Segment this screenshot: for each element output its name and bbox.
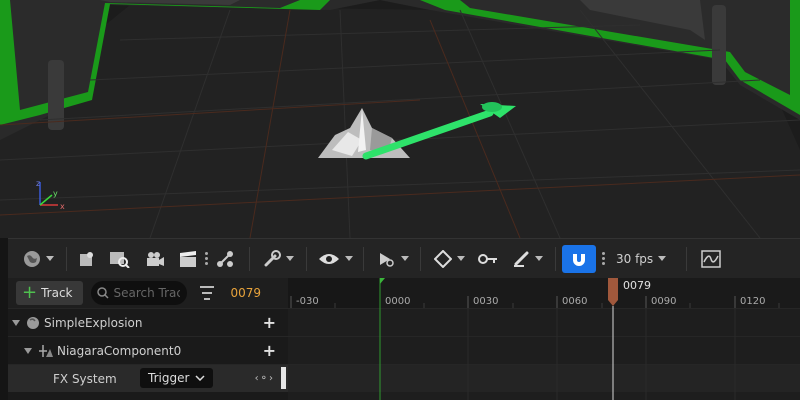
- playhead-handle-icon: [608, 278, 618, 306]
- actor-icon: [27, 316, 39, 329]
- fps-dropdown[interactable]: 30 fps: [606, 245, 672, 273]
- eye-icon[interactable]: [313, 245, 357, 273]
- search-icon: [96, 287, 109, 299]
- outliner-header: + Track Search Tracks 0079: [8, 278, 288, 308]
- magnet-snap-icon[interactable]: [562, 244, 596, 273]
- wrench-icon[interactable]: [256, 245, 300, 273]
- brush-icon[interactable]: [505, 245, 549, 273]
- toolbar-separator: [66, 246, 67, 271]
- curve-editor-icon[interactable]: [697, 245, 725, 273]
- expand-arrow-icon[interactable]: [24, 347, 32, 354]
- svg-text:y: y: [53, 189, 58, 198]
- chevron-down-icon: [195, 375, 205, 381]
- timeline-overlay: [379, 278, 736, 400]
- plus-icon: +: [22, 282, 38, 303]
- toolbar-separator: [555, 246, 556, 271]
- tree-row-simpleexplosion[interactable]: SimpleExplosion +: [8, 308, 288, 336]
- filter-icon[interactable]: [199, 286, 215, 300]
- svg-text:x: x: [60, 202, 65, 211]
- track-outliner: + Track Search Tracks 0079 SimpleExplosi…: [8, 278, 288, 400]
- sequencer-toolbar: 30 fps: [8, 238, 800, 278]
- keyframe-nav-icon[interactable]: ‹⚬›: [255, 373, 274, 384]
- camera-search-icon[interactable]: [101, 245, 137, 273]
- clapperboard-icon[interactable]: [173, 245, 203, 273]
- playback-icon[interactable]: [370, 245, 414, 273]
- trigger-dropdown-value: Trigger: [148, 371, 190, 385]
- sequencer-timeline[interactable]: -030 0000 0030 0060 0090 0120 0079: [288, 278, 800, 400]
- tree-row-label: FX System: [53, 371, 117, 386]
- tree-row-label: NiagaraComponent0: [57, 343, 182, 358]
- camera-icon[interactable]: [137, 245, 173, 273]
- fps-label: 30 fps: [616, 251, 654, 266]
- add-subtrack-icon[interactable]: +: [263, 341, 276, 360]
- toolbar-separator: [306, 246, 307, 271]
- playhead-label: 0079: [623, 279, 651, 292]
- trigger-dropdown[interactable]: Trigger: [140, 368, 214, 388]
- render-settings-icon[interactable]: [73, 245, 101, 273]
- search-input[interactable]: Search Tracks: [90, 281, 187, 305]
- current-frame[interactable]: 0079: [231, 286, 262, 300]
- tree-row-niagaracomponent0[interactable]: NiagaraComponent0 +: [8, 336, 288, 364]
- tree-row-fx-system[interactable]: FX System Trigger ‹⚬›: [8, 364, 288, 392]
- world-icon[interactable]: [16, 245, 60, 273]
- scrollbar-thumb[interactable]: [281, 367, 286, 389]
- graph-icon[interactable]: [209, 245, 243, 273]
- niagara-component-icon: [39, 344, 53, 357]
- add-track-button[interactable]: + Track: [16, 281, 83, 305]
- tree-row-label: SimpleExplosion: [44, 315, 143, 330]
- viewport-scene: z x y: [0, 0, 800, 238]
- svg-text:z: z: [36, 179, 40, 188]
- level-viewport[interactable]: z x y: [0, 0, 800, 238]
- expand-arrow-icon[interactable]: [12, 319, 20, 326]
- toolbar-separator: [686, 246, 688, 271]
- toolbar-separator: [249, 246, 250, 271]
- add-track-label: Track: [41, 286, 73, 300]
- search-placeholder: Search Tracks: [113, 286, 180, 300]
- keyframe-icon[interactable]: [427, 245, 471, 273]
- toolbar-separator: [420, 246, 421, 271]
- key-icon[interactable]: [471, 245, 505, 273]
- add-subtrack-icon[interactable]: +: [263, 313, 276, 332]
- toolbar-separator: [363, 246, 364, 271]
